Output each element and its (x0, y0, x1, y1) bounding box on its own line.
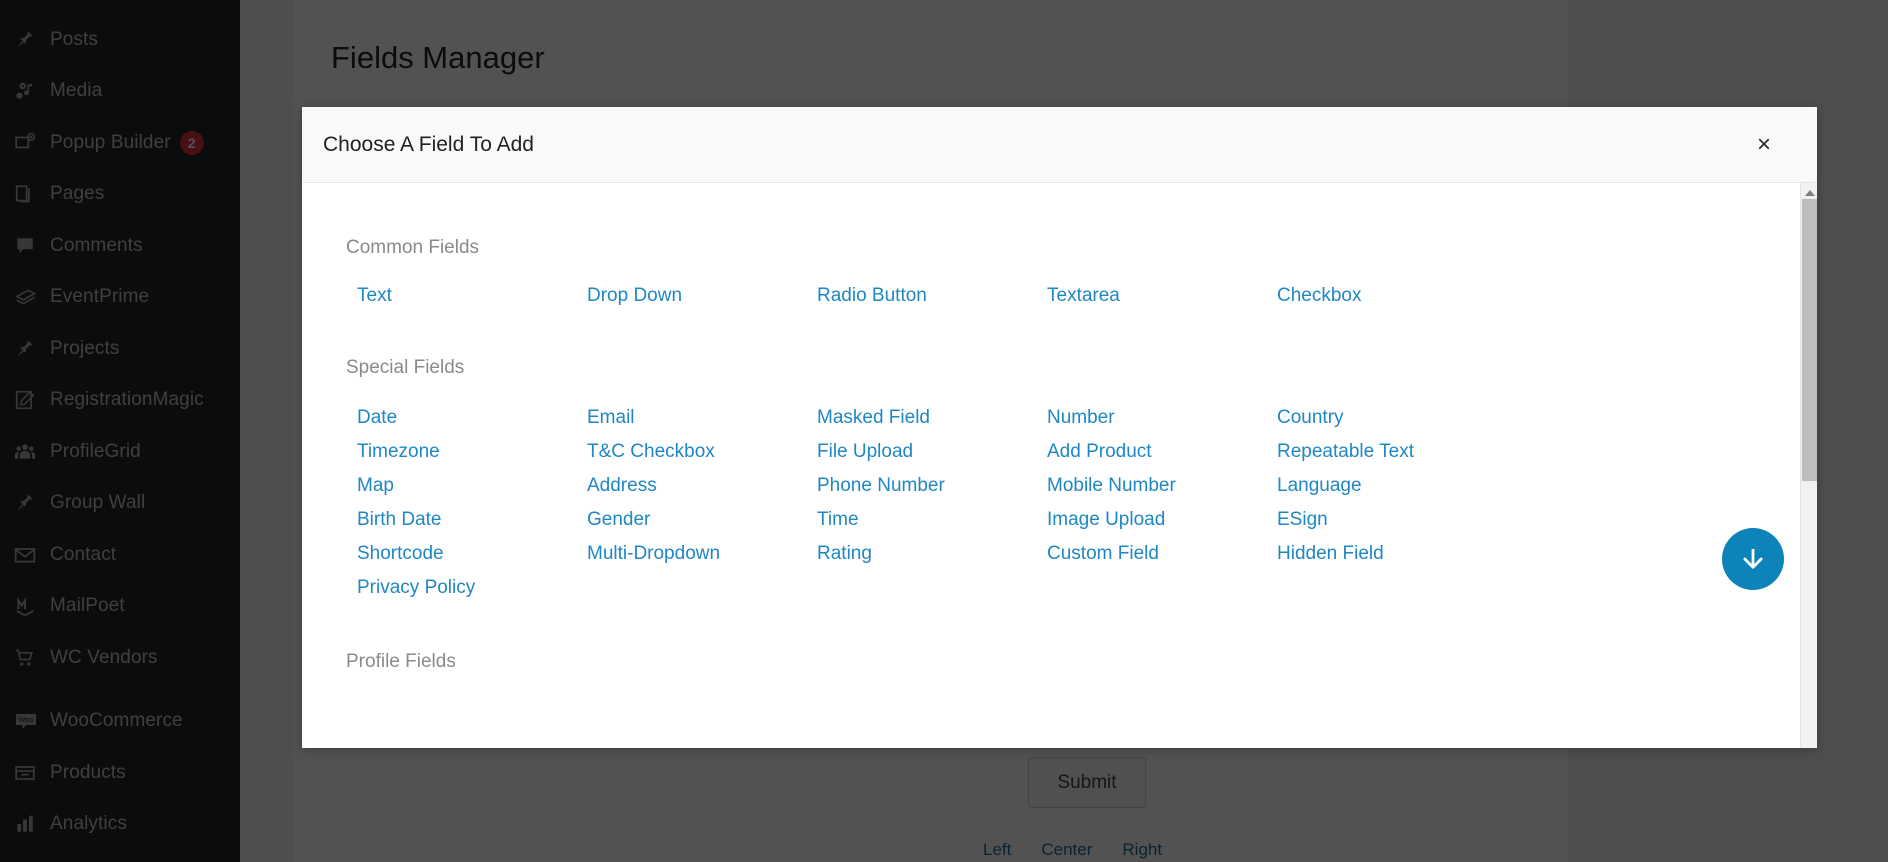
modal-scrollbar[interactable] (1800, 183, 1817, 748)
field-option-language[interactable]: Language (1266, 469, 1362, 503)
modal-title: Choose A Field To Add (323, 132, 534, 156)
field-option-phone-number[interactable]: Phone Number (806, 469, 945, 503)
arrow-down-icon[interactable] (1722, 528, 1784, 590)
section-heading-special-fields: Special Fields (346, 357, 465, 378)
field-option-textarea[interactable]: Textarea (1036, 281, 1120, 311)
field-option-date[interactable]: Date (346, 401, 397, 435)
field-grid: Text Drop Down Radio Button Textarea Checkbo… (346, 281, 1817, 311)
field-sections: Common Fields Text Drop Down Radio Button Te… (346, 237, 1817, 673)
field-option-shortcode[interactable]: Shortcode (346, 537, 444, 571)
field-option-email[interactable]: Email (576, 401, 635, 435)
field-option-drop-down[interactable]: Drop Down (576, 281, 682, 311)
field-option-gender[interactable]: Gender (576, 503, 650, 537)
field-option-hidden-field[interactable]: Hidden Field (1266, 537, 1384, 571)
field-option-t-c-checkbox[interactable]: T&C Checkbox (576, 435, 715, 469)
choose-field-modal: Choose A Field To Add × Common Fields Tex… (302, 107, 1817, 748)
field-option-mobile-number[interactable]: Mobile Number (1036, 469, 1176, 503)
field-option-privacy-policy[interactable]: Privacy Policy (346, 571, 475, 605)
field-option-rating[interactable]: Rating (806, 537, 872, 571)
screen: PostsMediaPopup Builder2PagesCommentsEve… (0, 0, 1888, 862)
close-icon[interactable]: × (1749, 130, 1779, 160)
field-grid: Date Email Masked Field Number Country Timezo… (346, 401, 1817, 605)
field-option-checkbox[interactable]: Checkbox (1266, 281, 1362, 311)
field-option-timezone[interactable]: Timezone (346, 435, 440, 469)
section-heading-common-fields: Common Fields (346, 237, 480, 258)
field-option-file-upload[interactable]: File Upload (806, 435, 913, 469)
field-option-radio-button[interactable]: Radio Button (806, 281, 927, 311)
modal-body: Common Fields Text Drop Down Radio Button Te… (302, 183, 1817, 748)
field-option-country[interactable]: Country (1266, 401, 1344, 435)
scrollbar-thumb[interactable] (1802, 199, 1817, 481)
field-option-image-upload[interactable]: Image Upload (1036, 503, 1165, 537)
field-option-text[interactable]: Text (346, 281, 392, 311)
field-option-number[interactable]: Number (1036, 401, 1115, 435)
section-heading-profile-fields: Profile Fields (346, 651, 456, 672)
field-option-time[interactable]: Time (806, 503, 859, 537)
field-option-add-product[interactable]: Add Product (1036, 435, 1152, 469)
field-option-map[interactable]: Map (346, 469, 394, 503)
field-option-multi-dropdown[interactable]: Multi-Dropdown (576, 537, 720, 571)
field-option-birth-date[interactable]: Birth Date (346, 503, 441, 537)
field-option-repeatable-text[interactable]: Repeatable Text (1266, 435, 1414, 469)
field-option-esign[interactable]: ESign (1266, 503, 1328, 537)
modal-header: Choose A Field To Add × (302, 107, 1817, 183)
field-option-address[interactable]: Address (576, 469, 657, 503)
field-option-custom-field[interactable]: Custom Field (1036, 537, 1159, 571)
field-option-masked-field[interactable]: Masked Field (806, 401, 930, 435)
